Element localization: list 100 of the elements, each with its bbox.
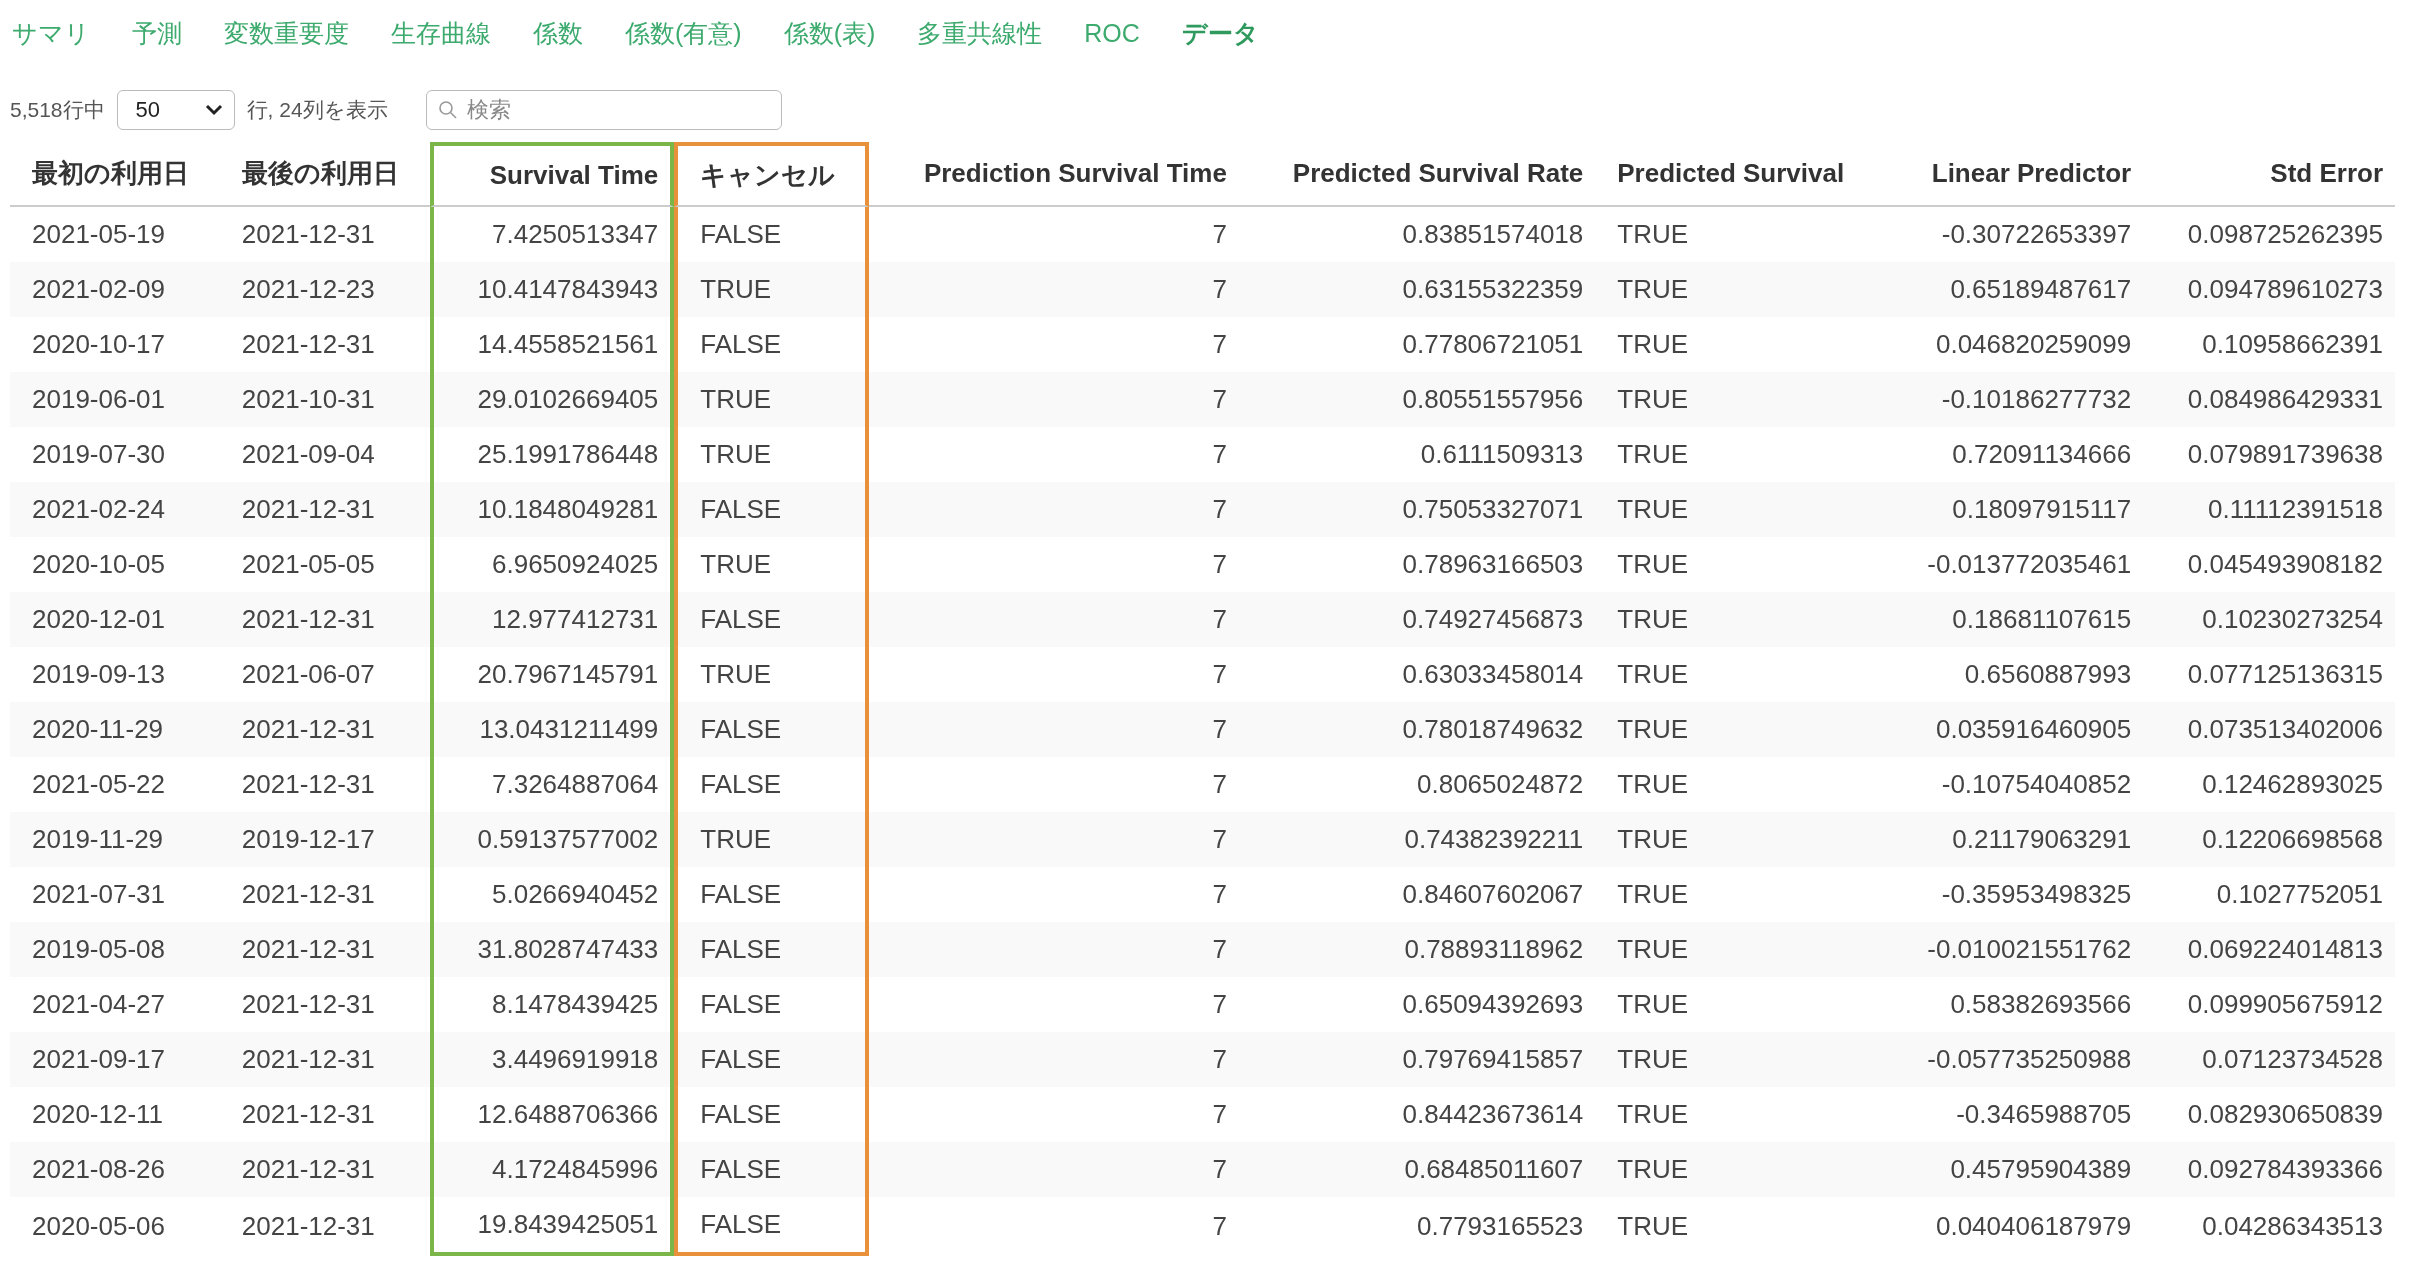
table-cell: 2021-02-24 — [10, 482, 220, 537]
table-cell-text: TRUE — [1616, 218, 1690, 251]
table-cell: 2021-12-31 — [219, 1032, 430, 1087]
table-cell: 29.0102669405 — [429, 372, 675, 427]
table-cell: 0.65189487617 — [1881, 262, 2144, 317]
table-cell: 0.18681107615 — [1881, 592, 2144, 647]
table-cell: 3.4496919918 — [429, 1032, 675, 1087]
table-cell-text: 7 — [1211, 1098, 1228, 1131]
table-cell-text: 2019-07-30 — [31, 438, 166, 471]
table-cell-text: TRUE — [1616, 988, 1690, 1021]
table-cell: 4.1724845996 — [429, 1142, 675, 1197]
table-cell: FALSE — [674, 1032, 869, 1087]
row-column-label: 行, 24列を表示 — [246, 97, 388, 123]
column-header[interactable]: キャンセル — [674, 142, 869, 207]
table-cell: TRUE — [1595, 922, 1882, 977]
table-cell-text: 2021-12-31 — [240, 218, 376, 251]
table-cell: FALSE — [674, 592, 869, 647]
table-cell-text: 0.77806721051 — [1401, 328, 1585, 361]
table-cell-text: 7 — [1211, 878, 1228, 911]
table-cell: 0.084986429331 — [2143, 372, 2395, 427]
table-cell-text: 7 — [1211, 218, 1228, 251]
table-cell-text: TRUE — [1616, 768, 1690, 801]
column-header[interactable]: Linear Predictor — [1881, 142, 2144, 207]
table-cell-text: -0.3465988705 — [1955, 1098, 2133, 1131]
table-cell: TRUE — [674, 372, 869, 427]
table-cell: 2021-08-26 — [10, 1142, 220, 1197]
table-cell-text: 7 — [1211, 328, 1228, 361]
table-cell: 2019-06-01 — [10, 372, 220, 427]
table-cell-text: 2021-12-31 — [240, 988, 376, 1021]
table-cell: TRUE — [1595, 372, 1882, 427]
table-cell: 0.12206698568 — [2143, 812, 2395, 867]
table-cell: 0.035916460905 — [1881, 702, 2144, 757]
table-cell: 0.10230273254 — [2143, 592, 2395, 647]
table-cell-text: -0.10754040852 — [1940, 768, 2133, 801]
table-cell: 7 — [868, 1142, 1239, 1197]
row-count-label: 5,518行中 — [10, 97, 105, 123]
table-cell-text: 7 — [1211, 768, 1228, 801]
table-cell: TRUE — [1595, 702, 1882, 757]
table-cell-text: 0.72091134666 — [1951, 438, 2133, 471]
table-cell: 10.1848049281 — [429, 482, 675, 537]
table-cell: FALSE — [674, 1197, 869, 1256]
column-header[interactable]: Prediction Survival Time — [868, 142, 1239, 207]
table-cell: TRUE — [674, 812, 869, 867]
table-cell: 0.74927456873 — [1238, 592, 1596, 647]
table-cell: 0.78018749632 — [1238, 702, 1596, 757]
table-cell: FALSE — [674, 922, 869, 977]
column-header[interactable]: 最初の利用日 — [10, 142, 220, 207]
table-cell: -0.10186277732 — [1881, 372, 2144, 427]
column-header[interactable]: Std Error — [2143, 142, 2395, 207]
table-cell-text: 2021-12-31 — [240, 328, 376, 361]
table-cell: 2021-10-31 — [219, 372, 430, 427]
table-cell-text: 0.098725262395 — [2186, 218, 2384, 251]
table-cell: 2021-12-31 — [219, 482, 430, 537]
table-cell-text: 0.63033458014 — [1401, 658, 1585, 691]
table-cell: 31.8028747433 — [429, 922, 675, 977]
table-cell: 0.094789610273 — [2143, 262, 2395, 317]
table-cell: 0.11112391518 — [2143, 482, 2395, 537]
table-cell: 2021-12-31 — [219, 592, 430, 647]
tab[interactable]: データ — [1181, 16, 1259, 50]
table-cell-text: 2021-05-19 — [31, 218, 166, 251]
table-cell: 7 — [868, 482, 1239, 537]
table-cell: 7 — [868, 812, 1239, 867]
table-cell-text: 2021-06-07 — [240, 658, 376, 691]
table-cell-text: 0.84423673614 — [1401, 1098, 1585, 1131]
table-cell-text: 0.6111509313 — [1419, 438, 1585, 471]
table-cell-text: 2021-12-31 — [240, 878, 376, 911]
table-cell-text: 2021-07-31 — [31, 878, 166, 911]
column-header[interactable]: Predicted Survival Rate — [1238, 142, 1596, 207]
table-cell-text: 0.78963166503 — [1401, 548, 1585, 581]
table-cell-text: 2021-12-31 — [240, 1098, 376, 1131]
table-cell-text: 0.040406187979 — [1934, 1210, 2133, 1243]
search-field[interactable]: 検索 — [425, 90, 782, 130]
table-cell-text: 0.83851574018 — [1401, 218, 1585, 251]
table-cell: 10.4147843943 — [429, 262, 675, 317]
table-cell-text: TRUE — [1616, 328, 1690, 361]
column-header[interactable]: Predicted Survival — [1595, 142, 1882, 207]
table-cell: 7 — [868, 922, 1239, 977]
table-cell-text: 2021-09-04 — [240, 438, 376, 471]
table-cell: 2021-09-17 — [10, 1032, 220, 1087]
table-cell: TRUE — [674, 262, 869, 317]
table-cell: 7 — [868, 592, 1239, 647]
table-cell-text: 0.046820259099 — [1934, 328, 2133, 361]
table-cell: 0.78893118962 — [1238, 922, 1596, 977]
table-cell: 13.0431211499 — [429, 702, 675, 757]
table-cell-text: 2020-12-11 — [31, 1098, 165, 1131]
table-cell: 2021-12-31 — [219, 1142, 430, 1197]
table-cell-text: 0.65094392693 — [1401, 988, 1585, 1021]
table-cell: 2021-12-31 — [219, 702, 430, 757]
table-cell-text: 7 — [1211, 1210, 1228, 1243]
table-cell-text: 0.079891739638 — [2186, 438, 2384, 471]
table-cell: 0.21179063291 — [1881, 812, 2144, 867]
table-cell-text: 7 — [1211, 658, 1228, 691]
column-header[interactable]: Survival Time — [429, 142, 675, 207]
table-cell: 2021-12-23 — [219, 262, 430, 317]
table-cell: 2021-12-31 — [219, 922, 430, 977]
table-cell-text: 2021-12-31 — [240, 768, 376, 801]
search-icon — [437, 100, 458, 120]
column-header[interactable]: 最後の利用日 — [219, 142, 430, 207]
page-size-select[interactable]: 50 — [116, 90, 235, 130]
table-cell-text: -0.35953498325 — [1940, 878, 2133, 911]
